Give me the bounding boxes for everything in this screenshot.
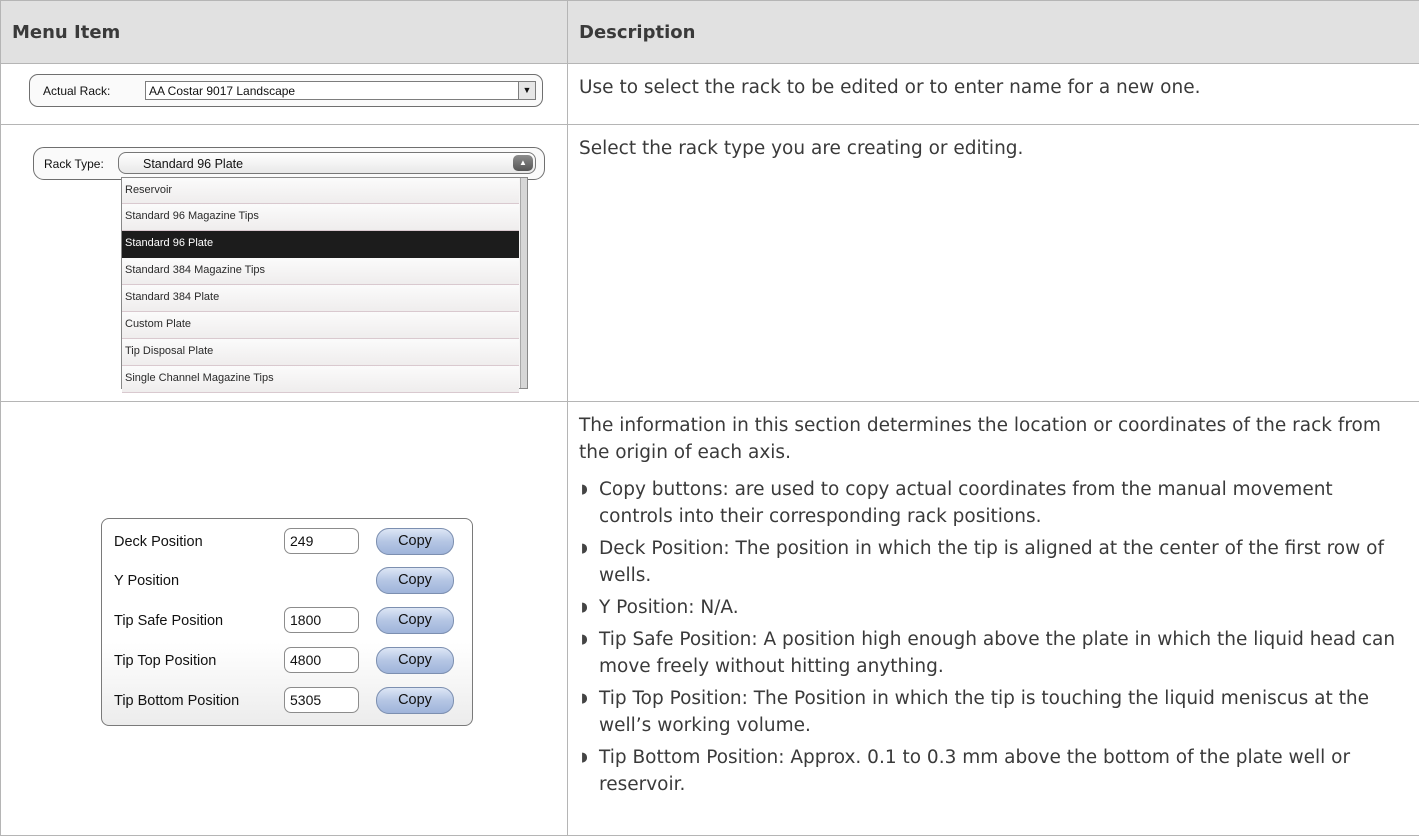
position-value-field[interactable]: 249 bbox=[284, 528, 359, 554]
rack-type-select[interactable]: Standard 96 Plate ▲ bbox=[118, 152, 536, 174]
chevron-down-icon[interactable]: ▼ bbox=[518, 82, 535, 99]
dropdown-option[interactable]: Standard 384 Magazine Tips bbox=[122, 258, 519, 285]
description-cell: Select the rack type you are creating or… bbox=[568, 125, 1419, 402]
dropdown-scrollbar[interactable] bbox=[520, 178, 527, 388]
dropdown-option[interactable]: Standard 96 Magazine Tips bbox=[122, 204, 519, 231]
bullet-marker-icon: ◗ bbox=[581, 535, 588, 562]
rack-positions-panel: Deck Position249CopyY PositionCopyTip Sa… bbox=[101, 518, 473, 726]
position-row: Tip Top Position 4800 Copy bbox=[102, 644, 472, 678]
rack-type-dropdown-list: ReservoirStandard 96 Magazine TipsStanda… bbox=[121, 177, 528, 389]
copy-button[interactable]: Copy bbox=[376, 647, 454, 674]
bullet-marker-icon: ◗ bbox=[581, 685, 588, 712]
table-header-row: Menu Item Description bbox=[1, 1, 1419, 64]
copy-button[interactable]: Copy bbox=[376, 607, 454, 634]
bullet-text: Tip Safe Position: A position high enoug… bbox=[599, 629, 1395, 677]
position-label: Tip Top Position bbox=[114, 653, 216, 669]
bullet-marker-icon: ◗ bbox=[581, 594, 588, 621]
position-label: Y Position bbox=[114, 573, 179, 589]
position-row: Y Position Copy bbox=[102, 564, 472, 598]
copy-button[interactable]: Copy bbox=[376, 687, 454, 714]
position-label: Tip Safe Position bbox=[114, 613, 223, 629]
bullet-marker-icon: ◗ bbox=[581, 744, 588, 771]
description-cell: The information in this section determin… bbox=[568, 402, 1419, 836]
dropdown-option[interactable]: Standard 96 Plate bbox=[122, 231, 519, 258]
position-value-field[interactable]: 4800 bbox=[284, 647, 359, 673]
rack-type-label: Rack Type: bbox=[44, 157, 104, 171]
bullet-item: ◗ Tip Safe Position: A position high enou… bbox=[579, 626, 1409, 680]
bullet-item: ◗ Tip Bottom Position: Approx. 0.1 to 0.3… bbox=[579, 744, 1409, 798]
bullet-text: Deck Position: The position in which the… bbox=[599, 538, 1384, 586]
position-row: Tip Bottom Position 5305 Copy bbox=[102, 684, 472, 718]
copy-button[interactable]: Copy bbox=[376, 567, 454, 594]
bullet-text: Tip Bottom Position: Approx. 0.1 to 0.3 … bbox=[599, 747, 1350, 795]
bullet-item: ◗ Tip Top Position: The Position in which… bbox=[579, 685, 1409, 739]
description-cell: Use to select the rack to be edited or t… bbox=[568, 64, 1419, 125]
bullet-item: ◗ Copy buttons: are used to copy actual c… bbox=[579, 476, 1409, 530]
bullet-marker-icon: ◗ bbox=[581, 626, 588, 653]
col-header-description: Description bbox=[568, 1, 1419, 64]
dropdown-option[interactable]: Tip Disposal Plate bbox=[122, 339, 519, 366]
position-row: Deck Position 249 Copy bbox=[102, 525, 472, 559]
bullet-marker-icon: ◗ bbox=[581, 476, 588, 503]
bullet-text: Tip Top Position: The Position in which … bbox=[599, 688, 1369, 736]
position-label: Deck Position bbox=[114, 534, 203, 550]
positions-intro: The information in this section determin… bbox=[579, 412, 1409, 466]
bullet-text: Y Position: N/A. bbox=[599, 597, 739, 618]
actual-rack-description: Use to select the rack to be edited or t… bbox=[579, 74, 1409, 101]
copy-button[interactable]: Copy bbox=[376, 528, 454, 555]
dropdown-option[interactable]: Custom Plate bbox=[122, 312, 519, 339]
bullet-item: ◗ Deck Position: The position in which th… bbox=[579, 535, 1409, 589]
actual-rack-combobox[interactable]: AA Costar 9017 Landscape ▼ bbox=[145, 81, 536, 100]
position-value-field[interactable]: 1800 bbox=[284, 607, 359, 633]
positions-bullet-list: ◗ Copy buttons: are used to copy actual c… bbox=[579, 476, 1409, 798]
rack-type-description: Select the rack type you are creating or… bbox=[579, 135, 1409, 162]
actual-rack-label: Actual Rack: bbox=[43, 84, 110, 98]
actual-rack-control: Actual Rack: AA Costar 9017 Landscape ▼ bbox=[29, 74, 543, 107]
dropdown-option[interactable]: Standard 384 Plate bbox=[122, 285, 519, 312]
chevron-up-icon[interactable]: ▲ bbox=[513, 155, 533, 171]
rack-type-value: Standard 96 Plate bbox=[143, 157, 243, 171]
position-value-field[interactable]: 5305 bbox=[284, 687, 359, 713]
dropdown-option[interactable]: Reservoir bbox=[122, 178, 519, 204]
bullet-text: Copy buttons: are used to copy actual co… bbox=[599, 479, 1333, 527]
dropdown-option[interactable]: Single Channel Magazine Tips bbox=[122, 366, 519, 393]
bullet-item: ◗ Y Position: N/A. bbox=[579, 594, 1409, 621]
rack-type-control: Rack Type: Standard 96 Plate ▲ bbox=[33, 147, 545, 180]
position-row: Tip Safe Position 1800 Copy bbox=[102, 604, 472, 638]
col-header-menu-item: Menu Item bbox=[1, 1, 568, 64]
actual-rack-value: AA Costar 9017 Landscape bbox=[149, 84, 295, 98]
position-label: Tip Bottom Position bbox=[114, 693, 239, 709]
